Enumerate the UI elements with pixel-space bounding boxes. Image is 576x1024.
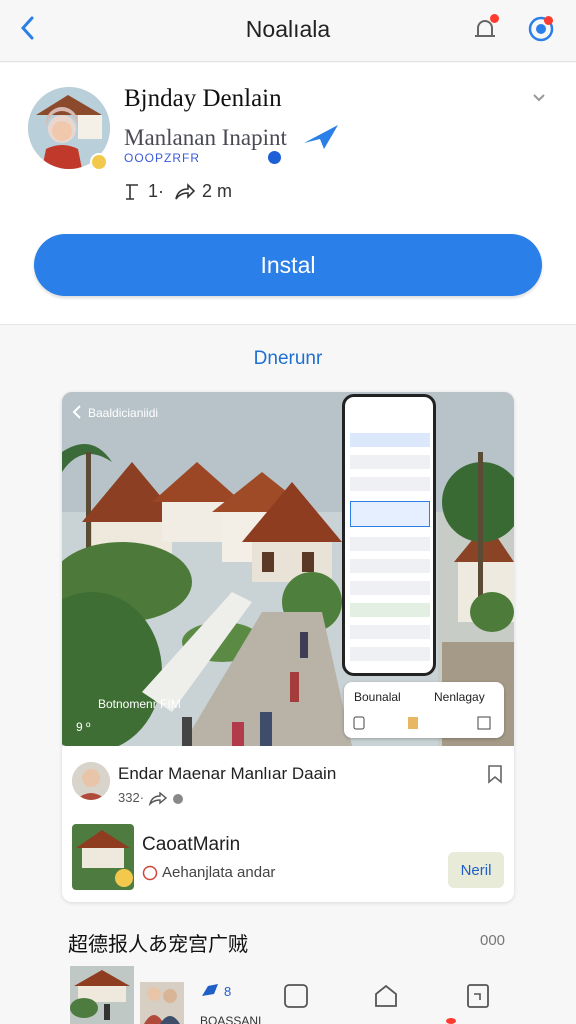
reviews-stat: 1·: [124, 181, 164, 202]
home-icon[interactable]: [372, 982, 400, 1010]
related-subtitle-text: Aehanjlata andar: [162, 864, 276, 881]
trending-more-link[interactable]: 000: [480, 932, 505, 949]
bottom-strip: 8 BOASSANI: [0, 960, 576, 1024]
phone-popup: Bounalal Nenlagay: [344, 682, 504, 738]
location-dot-icon: [268, 151, 281, 164]
inbox-icon[interactable]: [464, 982, 492, 1010]
chevron-down-icon: [533, 94, 545, 102]
bottom-label: BOASSANI: [200, 1014, 262, 1024]
developer-subtitle: OOOPZRFR: [124, 151, 200, 165]
post-meta-count: 332·: [118, 790, 145, 805]
shares-count: 2 m: [202, 181, 233, 201]
developer-name[interactable]: Manlanan Inapint: [124, 125, 287, 151]
trending-thumbnail-1[interactable]: [70, 966, 134, 1024]
post-avatar: [72, 762, 110, 800]
like-bubble-icon: [202, 984, 218, 996]
bookmark-icon[interactable]: [486, 764, 504, 784]
reviews-count: 1·: [148, 181, 165, 201]
shares-stat: 2 m: [174, 181, 232, 202]
account-button[interactable]: [526, 14, 556, 44]
tab-pill-icon[interactable]: [282, 982, 310, 1010]
verified-badge: [90, 153, 108, 171]
section-tab-label[interactable]: Dnerunr: [0, 348, 576, 370]
top-app-bar: Noalıala: [0, 0, 576, 62]
related-item[interactable]: CaoatMarin Aehanjlata andar Neril: [62, 816, 514, 902]
account-dot: [544, 16, 553, 25]
send-icon: [302, 121, 340, 151]
post-meta: 332·: [118, 790, 185, 806]
popup-right-label: Nenlagay: [434, 690, 485, 704]
pin-icon: [173, 793, 184, 804]
related-thumbnail: [72, 824, 134, 890]
reviews-icon: [126, 183, 138, 200]
likes-count: 8: [224, 983, 232, 999]
share-arrow-icon: [175, 182, 196, 199]
install-button[interactable]: Instal: [34, 234, 542, 296]
trending-title: 超德报人あ宠宫广贼: [68, 934, 248, 956]
expand-button[interactable]: [530, 89, 548, 107]
post-row[interactable]: Endar Maenar Manlıar Daain 332·: [62, 746, 514, 816]
trending-thumbnail-2[interactable]: [140, 982, 184, 1024]
notification-dot: [490, 14, 499, 23]
notifications-button[interactable]: [470, 14, 500, 44]
post-title: Endar Maenar Manlıar Daain: [118, 764, 337, 783]
clock-icon: [142, 865, 158, 880]
share-icon: [148, 791, 167, 806]
phone-mockup: [342, 394, 436, 676]
popup-left-label: Bounalal: [354, 690, 401, 704]
popup-icons: [353, 716, 491, 730]
scene-back-icon: [72, 405, 81, 419]
app-info-card: Bjnday Denlain Manlanan Inapint OOOPZRFR…: [0, 63, 576, 325]
related-action-button[interactable]: Neril: [448, 852, 504, 888]
bottom-notification-dot: [446, 1018, 456, 1024]
related-subtitle: Aehanjlata andar: [142, 864, 275, 881]
related-title: CaoatMarin: [142, 834, 241, 855]
likes-indicator[interactable]: 8: [200, 982, 231, 1000]
app-name: Bjnday Denlain: [124, 85, 282, 112]
feature-card[interactable]: Baaldicianiidi Botnomenr FIM 9 º Bounala…: [62, 392, 514, 902]
scene-icons-text: 9 º: [76, 720, 91, 734]
scene-caption-bottom: Botnomenr FIM: [98, 697, 181, 711]
feature-image: Baaldicianiidi Botnomenr FIM 9 º Bounala…: [62, 392, 514, 746]
scene-caption-top: Baaldicianiidi: [88, 406, 159, 420]
